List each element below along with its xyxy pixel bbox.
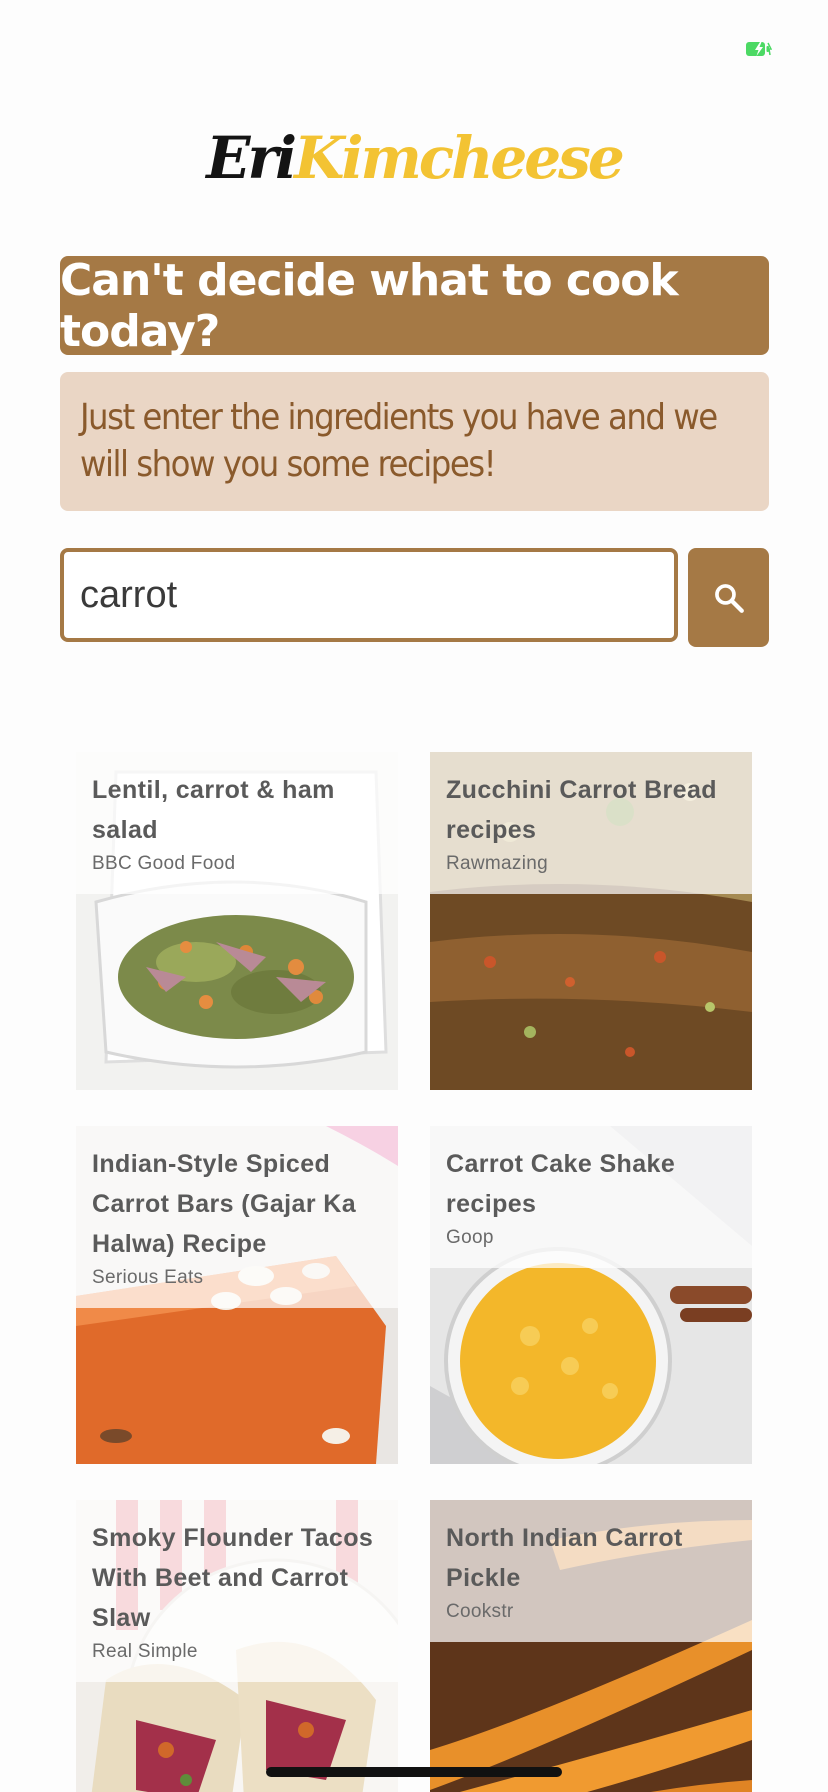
recipe-source: Serious Eats: [92, 1267, 204, 1288]
recipe-card[interactable]: Zucchini Carrot Bread recipes Rawmazing: [430, 752, 752, 1090]
recipe-source: Cookstr: [446, 1601, 514, 1622]
recipe-title: Zucchini Carrot Bread recipes: [446, 776, 717, 844]
brand-logo[interactable]: EriKimcheese: [0, 118, 828, 198]
recipe-card[interactable]: Carrot Cake Shake recipes Goop: [430, 1126, 752, 1464]
recipe-card-caption: Lentil, carrot & ham salad BBC Good Food: [76, 752, 398, 894]
recipe-title: North Indian Carrot Pickle: [446, 1524, 683, 1592]
instructions-banner: Just enter the ingredients you have and …: [60, 372, 769, 511]
recipe-card[interactable]: Indian-Style Spiced Carrot Bars (Gajar K…: [76, 1126, 398, 1464]
page-title: Can't decide what to cook today?: [60, 254, 679, 357]
recipe-source: Goop: [446, 1227, 494, 1248]
recipe-source: BBC Good Food: [92, 853, 236, 874]
search-icon: [714, 583, 744, 613]
recipe-source: Real Simple: [92, 1641, 198, 1662]
logo-part-kimcheese: Kimcheese: [294, 124, 625, 192]
recipe-source: Rawmazing: [446, 853, 548, 874]
recipe-title: Carrot Cake Shake recipes: [446, 1150, 676, 1218]
headline-banner: Can't decide what to cook today?: [60, 254, 769, 357]
logo-part-eri: Eri: [206, 124, 297, 192]
instructions-text: Just enter the ingredients you have and …: [80, 397, 718, 485]
recipe-card-caption: Carrot Cake Shake recipes Goop: [430, 1126, 752, 1268]
recipe-card-caption: Indian-Style Spiced Carrot Bars (Gajar K…: [76, 1126, 398, 1308]
recipe-card[interactable]: North Indian Carrot Pickle Cookstr: [430, 1500, 752, 1792]
recipe-card[interactable]: Smoky Flounder Tacos With Beet and Carro…: [76, 1500, 398, 1792]
home-indicator[interactable]: [266, 1767, 562, 1777]
search-button[interactable]: [688, 548, 769, 647]
recipe-card-caption: North Indian Carrot Pickle Cookstr: [430, 1500, 752, 1642]
recipe-card[interactable]: Lentil, carrot & ham salad BBC Good Food: [76, 752, 398, 1090]
recipe-card-caption: Zucchini Carrot Bread recipes Rawmazing: [430, 752, 752, 894]
recipe-title: Indian-Style Spiced Carrot Bars (Gajar K…: [92, 1150, 357, 1258]
recipe-card-caption: Smoky Flounder Tacos With Beet and Carro…: [76, 1500, 398, 1682]
ingredient-search-input[interactable]: [60, 548, 678, 642]
recipe-title: Lentil, carrot & ham salad: [92, 776, 335, 844]
app-screen: EriKimcheese Can't decide what to cook t…: [0, 0, 828, 1792]
recipe-title: Smoky Flounder Tacos With Beet and Carro…: [92, 1524, 374, 1632]
battery-charging-icon: [746, 42, 772, 56]
